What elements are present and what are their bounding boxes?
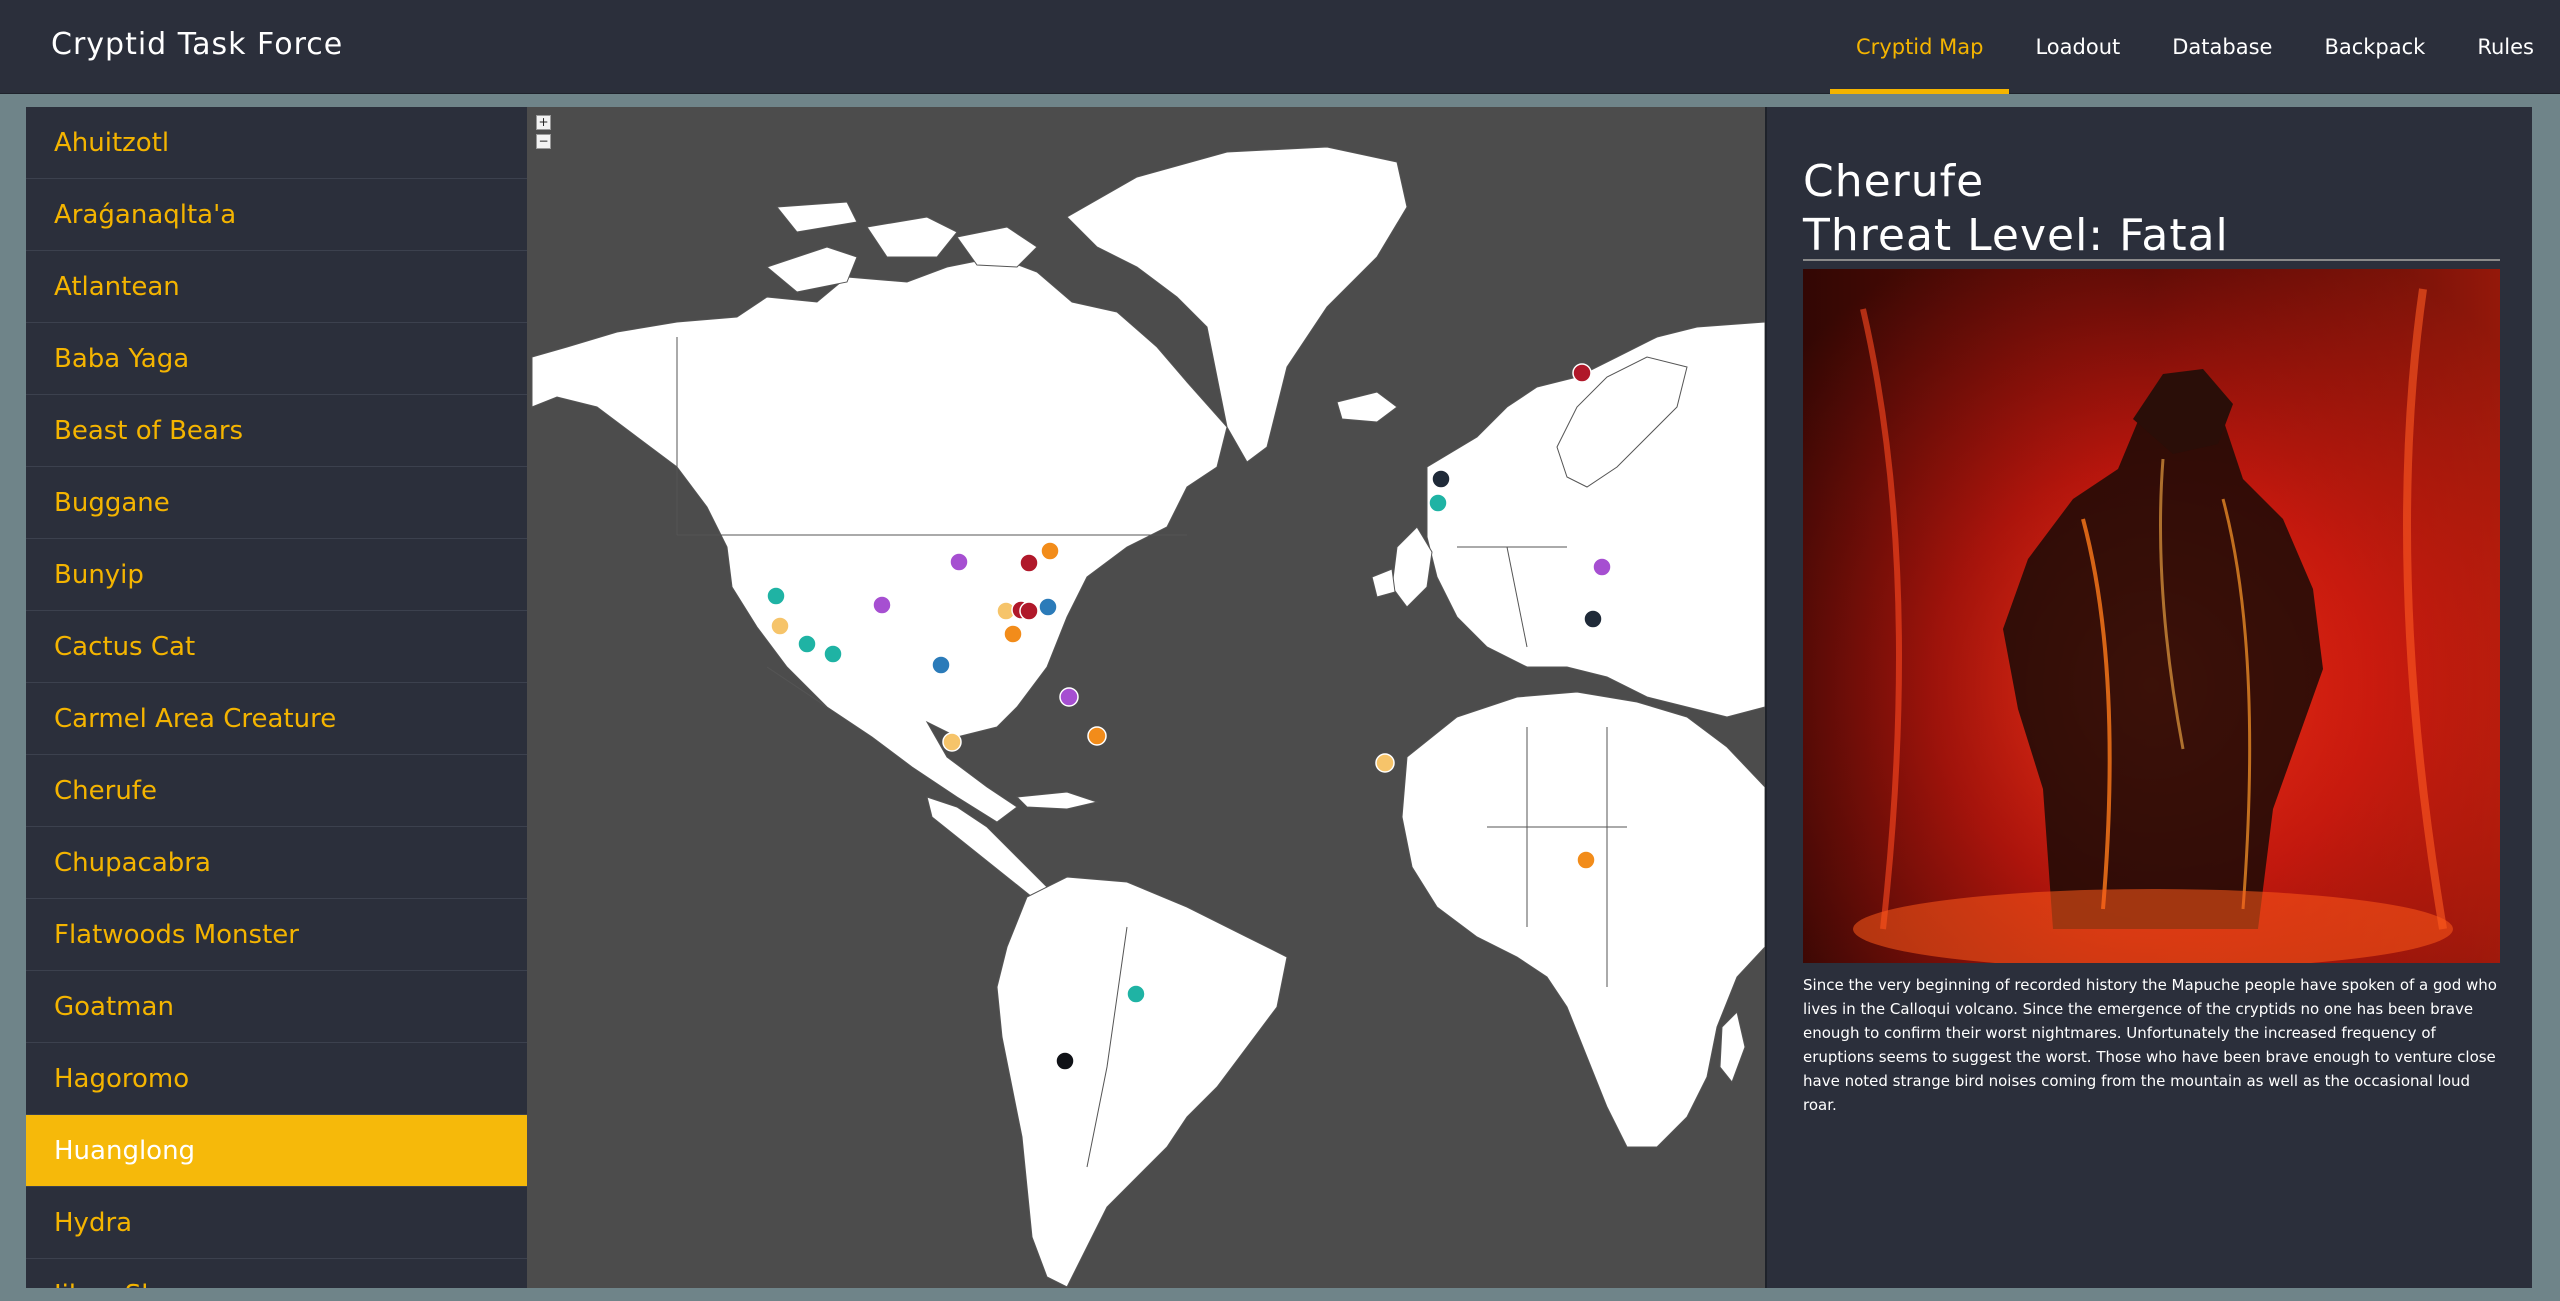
map-marker[interactable]: [1126, 984, 1146, 1004]
cryptid-name: Cherufe: [1803, 156, 1985, 207]
cryptid-list: Ahuitzotl Araǵanaqlta'a Atlantean Baba Y…: [26, 107, 527, 1288]
cryptid-list-item-selected[interactable]: Huanglong: [26, 1115, 527, 1187]
cryptid-list-item[interactable]: Goatman: [26, 971, 527, 1043]
landmass-arctic-islands: [956, 226, 1038, 268]
landmass-europe: [1426, 321, 1765, 718]
cryptid-list-item[interactable]: Carmel Area Creature: [26, 683, 527, 755]
landmass-ireland: [1371, 568, 1396, 598]
cryptid-list-item[interactable]: Hagoromo: [26, 1043, 527, 1115]
cryptid-title: Cherufe Threat Level: Fatal: [1803, 155, 2229, 263]
landmass-madagascar: [1719, 1011, 1746, 1084]
map-marker[interactable]: [797, 634, 817, 654]
map-marker[interactable]: [1375, 753, 1395, 773]
cryptid-list-item[interactable]: Atlantean: [26, 251, 527, 323]
map-marker[interactable]: [1019, 601, 1039, 621]
main-nav: Cryptid Map Loadout Database Backpack Ru…: [1830, 0, 2560, 94]
landmass-africa: [1401, 691, 1765, 1148]
map-marker[interactable]: [931, 655, 951, 675]
cryptid-list-item[interactable]: Hydra: [26, 1187, 527, 1259]
map-marker[interactable]: [1087, 726, 1107, 746]
zoom-out-button[interactable]: −: [536, 134, 551, 149]
cryptid-list-item[interactable]: Bunyip: [26, 539, 527, 611]
cryptid-threat-level: Threat Level: Fatal: [1803, 210, 2229, 261]
map-marker[interactable]: [770, 616, 790, 636]
cryptid-list-item[interactable]: Beast of Bears: [26, 395, 527, 467]
top-navbar: Cryptid Task Force Cryptid Map Loadout D…: [0, 0, 2560, 94]
map-marker[interactable]: [942, 732, 962, 752]
map-marker[interactable]: [823, 644, 843, 664]
landmass-caribbean: [1015, 791, 1099, 810]
map-marker[interactable]: [1576, 850, 1596, 870]
cryptid-description: Since the very beginning of recorded his…: [1803, 976, 2497, 1114]
cryptid-illustration: [1803, 269, 2500, 963]
cryptid-list-item[interactable]: Ahuitzotl: [26, 107, 527, 179]
map-marker[interactable]: [949, 552, 969, 572]
map-marker[interactable]: [766, 586, 786, 606]
cryptid-list-item[interactable]: Araǵanaqlta'a: [26, 179, 527, 251]
map-marker[interactable]: [1003, 624, 1023, 644]
landmass-uk: [1391, 526, 1433, 608]
map-marker[interactable]: [1055, 1051, 1075, 1071]
cryptid-list-item[interactable]: Buggane: [26, 467, 527, 539]
map-marker[interactable]: [1592, 557, 1612, 577]
cryptid-list-item[interactable]: Cherufe: [26, 755, 527, 827]
map-marker[interactable]: [1583, 609, 1603, 629]
landmass-iceland: [1336, 391, 1398, 423]
landmass-arctic-islands: [866, 216, 958, 258]
map-marker[interactable]: [1019, 553, 1039, 573]
cryptid-list-item[interactable]: Jikon-Sh...: [26, 1259, 527, 1289]
map-marker[interactable]: [1428, 493, 1448, 513]
map-marker[interactable]: [1431, 469, 1451, 489]
nav-rules[interactable]: Rules: [2451, 0, 2560, 94]
landmass-north-america: [531, 256, 1228, 823]
illustration-art: [1803, 269, 2500, 963]
map-marker[interactable]: [1040, 541, 1060, 561]
map-marker[interactable]: [1038, 597, 1058, 617]
nav-backpack[interactable]: Backpack: [2298, 0, 2451, 94]
cryptid-list-item[interactable]: Cactus Cat: [26, 611, 527, 683]
map-marker[interactable]: [872, 595, 892, 615]
cryptid-detail-panel: Cherufe Threat Level: Fatal Since the ve…: [1765, 107, 2532, 1288]
map-marker[interactable]: [1572, 363, 1592, 383]
map-marker[interactable]: [1059, 687, 1079, 707]
world-map[interactable]: + −: [527, 107, 1765, 1288]
nav-loadout[interactable]: Loadout: [2009, 0, 2146, 94]
cryptid-list-item[interactable]: Chupacabra: [26, 827, 527, 899]
cryptid-list-item[interactable]: Baba Yaga: [26, 323, 527, 395]
app-title[interactable]: Cryptid Task Force: [51, 27, 343, 62]
land-shapes: [531, 146, 1765, 1288]
zoom-in-button[interactable]: +: [536, 115, 551, 130]
title-divider: [1803, 259, 2500, 261]
cryptid-list-item[interactable]: Flatwoods Monster: [26, 899, 527, 971]
landmass-arctic-islands: [776, 201, 858, 233]
landmass-south-america: [996, 876, 1288, 1288]
nav-cryptid-map[interactable]: Cryptid Map: [1830, 0, 2010, 94]
world-map-canvas[interactable]: [527, 107, 1765, 1288]
nav-database[interactable]: Database: [2146, 0, 2298, 94]
